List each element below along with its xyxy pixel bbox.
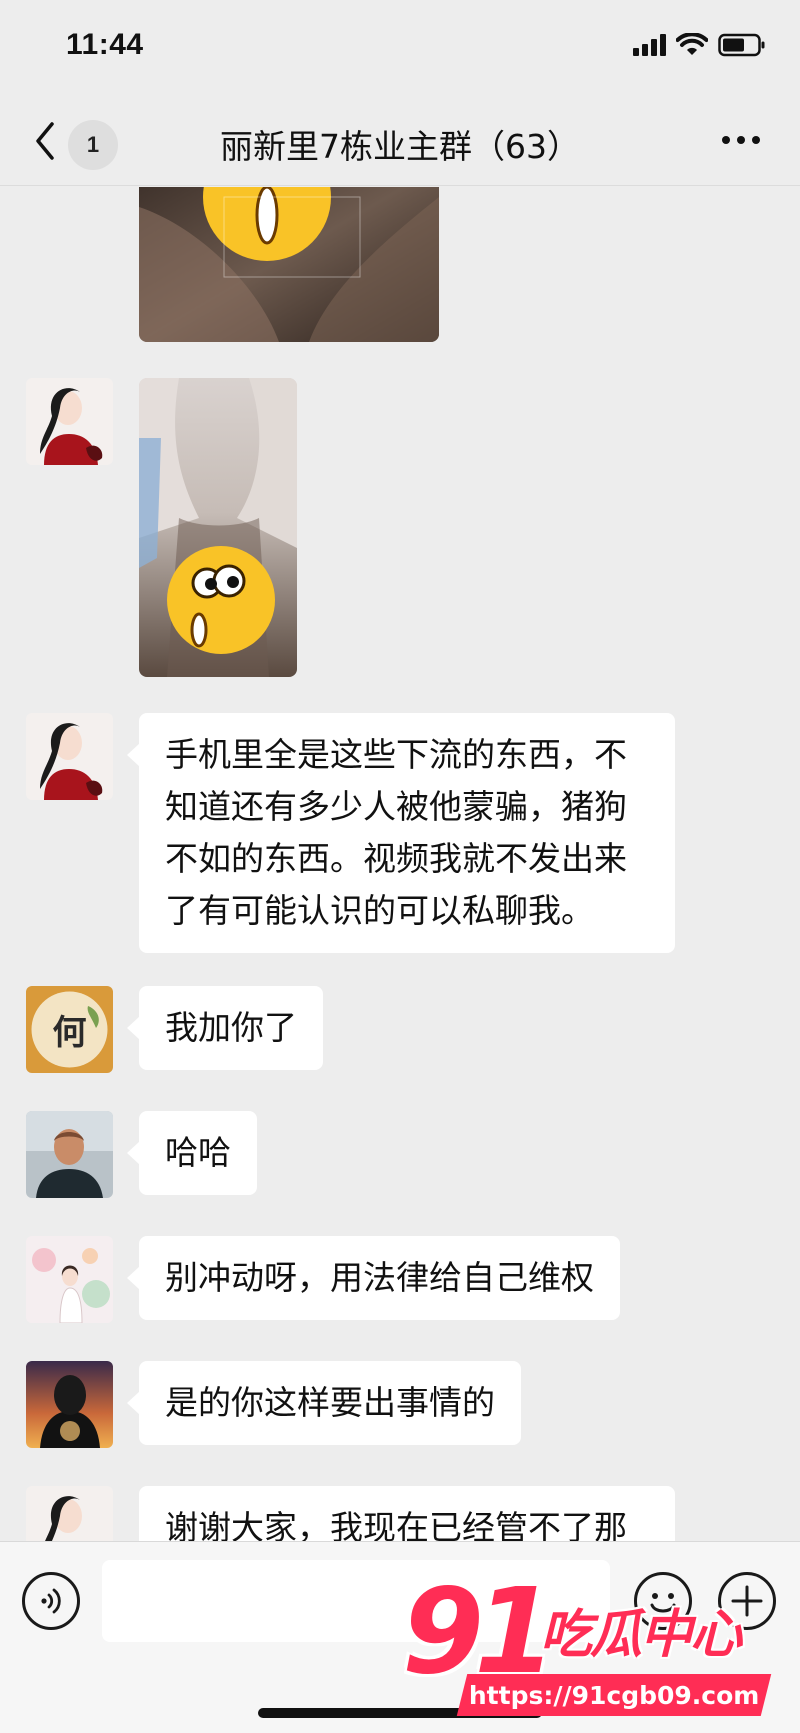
input-toolbar	[0, 1541, 800, 1733]
text-message-bubble[interactable]: 哈哈	[127, 1111, 257, 1195]
voice-icon	[41, 1588, 61, 1614]
more-options-icon[interactable]	[722, 136, 760, 144]
wifi-icon	[676, 33, 708, 57]
chat-message-list[interactable]: 手机里全是这些下流的东西，不知道还有多少人被他蒙骗，猪狗不如的东西。视频我就不发…	[0, 187, 800, 1541]
chat-header: 1 丽新里7栋业主群（63）	[0, 96, 800, 186]
battery-icon	[718, 33, 766, 57]
smiley-icon	[650, 1593, 676, 1613]
photo-message[interactable]	[139, 378, 297, 677]
text-message-bubble[interactable]: 我加你了	[127, 986, 323, 1070]
signal-icon	[633, 34, 666, 56]
emoji-button[interactable]	[634, 1572, 692, 1630]
text-message-bubble[interactable]: 手机里全是这些下流的东西，不知道还有多少人被他蒙骗，猪狗不如的东西。视频我就不发…	[127, 713, 675, 953]
home-indicator	[258, 1708, 542, 1718]
sender-avatar[interactable]	[26, 713, 113, 800]
status-bar: 11:44	[0, 0, 800, 96]
text-message-bubble[interactable]: 别冲动呀，用法律给自己维权	[127, 1236, 620, 1320]
sender-avatar[interactable]	[26, 378, 113, 465]
sender-avatar[interactable]: 何	[26, 986, 113, 1073]
text-message-bubble[interactable]: 谢谢大家，我现在已经管不了那	[139, 1486, 675, 1541]
text-message-bubble[interactable]: 是的你这样要出事情的	[127, 1361, 521, 1445]
more-functions-button[interactable]	[718, 1572, 776, 1630]
plus-icon	[731, 1585, 763, 1617]
sender-avatar[interactable]	[26, 1111, 113, 1198]
voice-input-button[interactable]	[22, 1572, 80, 1630]
system-icons	[633, 30, 766, 60]
status-time: 11:44	[66, 28, 144, 61]
avatar-character: 何	[53, 1013, 87, 1053]
chat-title: 丽新里7栋业主群（63）	[220, 127, 580, 166]
sender-avatar[interactable]	[26, 1486, 113, 1541]
message-input[interactable]	[102, 1560, 610, 1642]
sender-avatar[interactable]	[26, 1236, 113, 1323]
sender-avatar[interactable]	[26, 1361, 113, 1448]
photo-message[interactable]	[139, 187, 439, 342]
